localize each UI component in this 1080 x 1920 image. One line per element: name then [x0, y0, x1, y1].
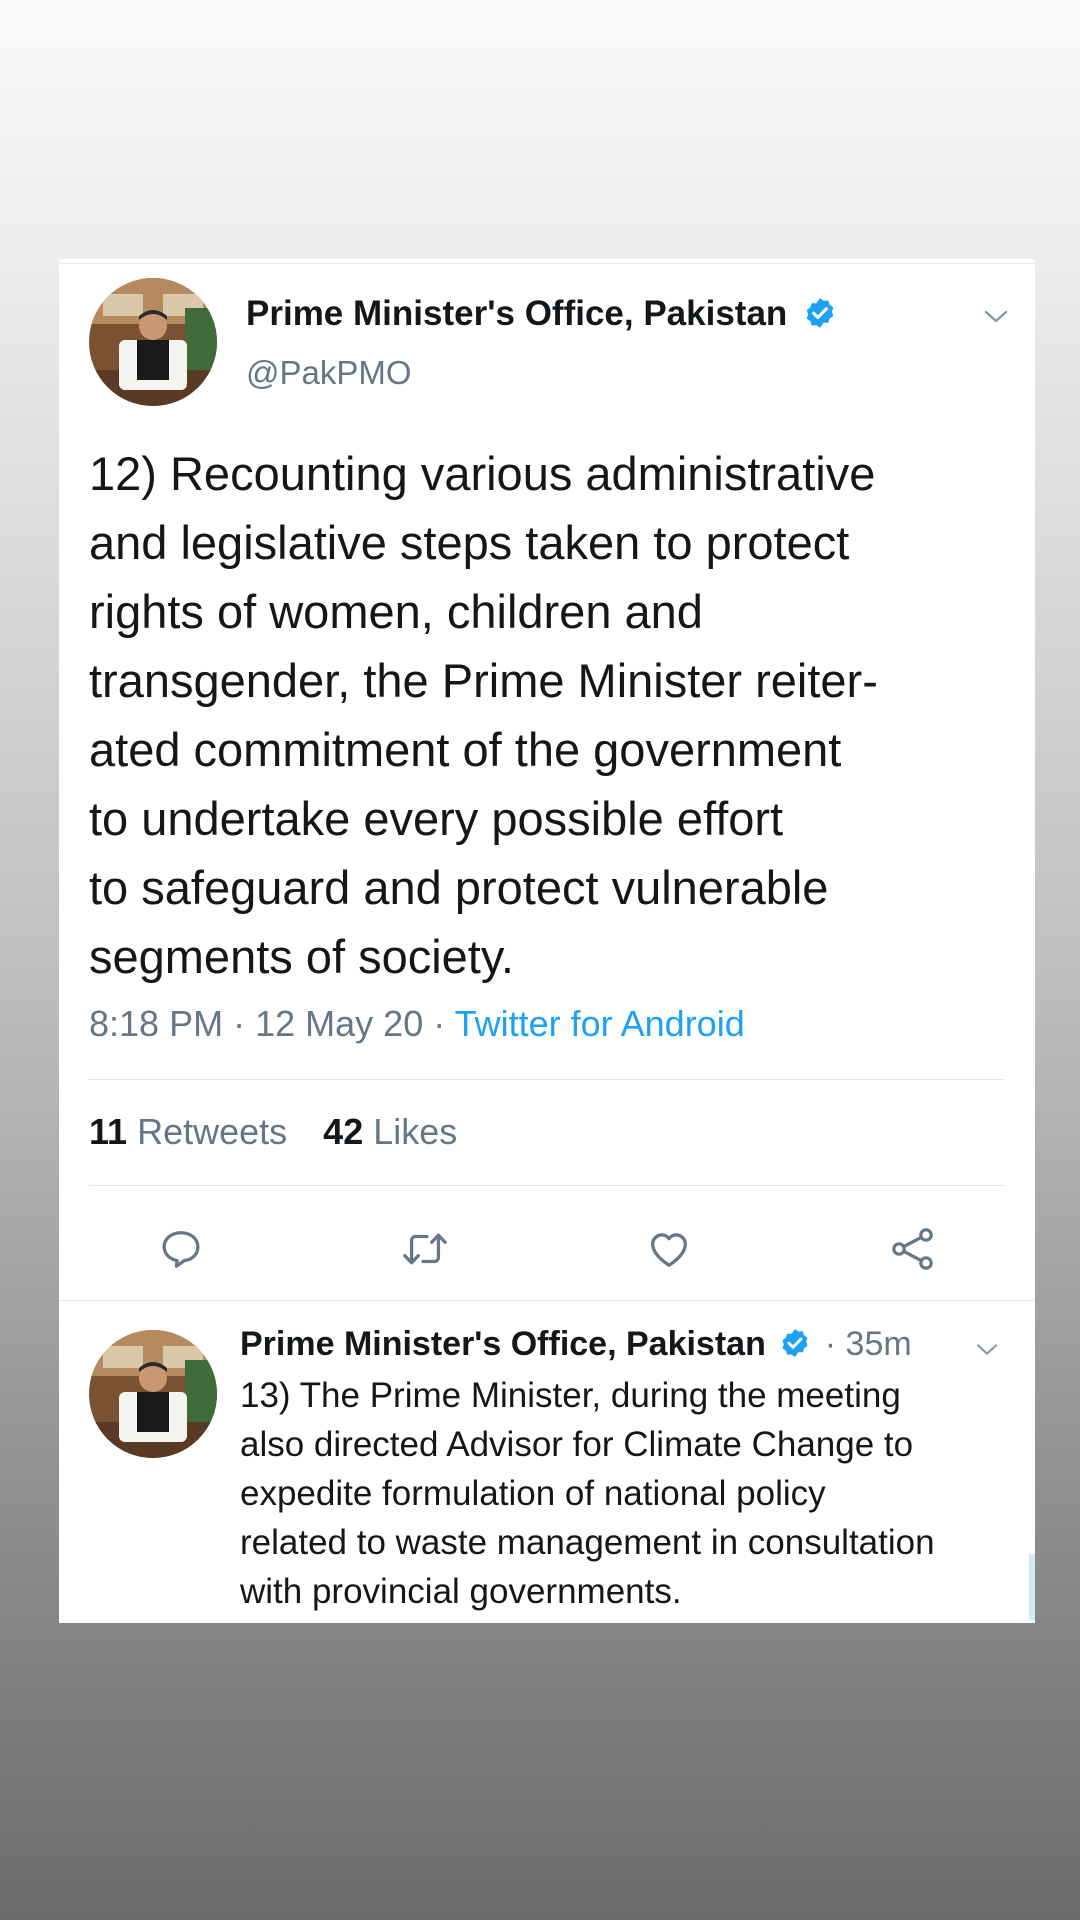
tweet-text-line: segments of society.: [89, 930, 514, 983]
tweet-text-line: to undertake every possible effort: [89, 792, 784, 845]
verified-badge-icon: [806, 297, 834, 328]
retweets-count: 11: [89, 1111, 128, 1152]
likes-label: Likes: [373, 1111, 458, 1152]
meta-separator: ·: [824, 1325, 837, 1363]
author-name-text: Prime Minister's Office, Pakistan: [246, 294, 788, 333]
tweet-text-line: transgender, the Prime Minister reiter-: [89, 654, 878, 707]
divider: [89, 1185, 1005, 1186]
tweet-date: 12 May 20: [255, 1003, 424, 1044]
reply-text-line: with provincial governments.: [240, 1572, 682, 1611]
reply-author-avatar[interactable]: [89, 1330, 217, 1458]
reply-icon: [162, 1231, 200, 1268]
meta-separator: ·: [433, 1003, 446, 1044]
tweet-meta: 8:18 PM · 12 May 20 · Twitter for Androi…: [89, 1003, 745, 1045]
verified-badge-icon: [782, 1329, 808, 1358]
card-top-border: [59, 263, 1035, 264]
tweet-text-line: and legislative steps taken to protect: [89, 516, 850, 569]
tweet-text-line: to safeguard and protect vulnerable: [89, 861, 829, 914]
tweet-card: Prime Minister's Office, Pakistan @PakPM…: [59, 259, 1035, 1623]
share-icon: [892, 1228, 933, 1270]
retweets-label: Retweets: [137, 1111, 288, 1152]
reply-text-line: also directed Advisor for Climate Change…: [240, 1425, 914, 1464]
reply-text-line: related to waste management in consultat…: [240, 1523, 935, 1562]
heart-icon: [651, 1233, 687, 1267]
tweet-text-line: 12) Recounting various administrative: [89, 447, 876, 500]
reply-header: Prime Minister's Office, Pakistan · 35m: [240, 1325, 912, 1364]
like-button[interactable]: [639, 1219, 699, 1279]
avatar-photo-icon: [89, 278, 217, 406]
tweet-text-line: rights of women, children and: [89, 585, 703, 638]
divider: [89, 1079, 1005, 1080]
meta-separator: ·: [233, 1003, 246, 1044]
retweet-icon: [403, 1233, 447, 1265]
scrollbar[interactable]: [1029, 1554, 1035, 1620]
retweet-button[interactable]: [395, 1219, 455, 1279]
reply-button[interactable]: [151, 1219, 211, 1279]
chevron-down-icon[interactable]: [981, 307, 1011, 327]
author-name[interactable]: Prime Minister's Office, Pakistan: [246, 294, 837, 334]
reply-text-line: expedite formulation of national policy: [240, 1474, 826, 1513]
likes-count: 42: [323, 1111, 364, 1152]
tweet-separator: [59, 1300, 1035, 1301]
tweet-time: 8:18 PM: [89, 1003, 224, 1044]
reply-age[interactable]: 35m: [846, 1325, 912, 1363]
retweets-stat[interactable]: 11 Retweets: [89, 1111, 287, 1152]
reply-text: 13) The Prime Minister, during the meeti…: [240, 1371, 1030, 1616]
tweet-source-link[interactable]: Twitter for Android: [455, 1003, 745, 1044]
reply-text-line: 13) The Prime Minister, during the meeti…: [240, 1376, 901, 1415]
likes-stat[interactable]: 42 Likes: [323, 1111, 457, 1152]
reply-author-name[interactable]: Prime Minister's Office, Pakistan: [240, 1325, 766, 1363]
tweet-stats: 11 Retweets 42 Likes: [89, 1111, 457, 1153]
author-handle[interactable]: @PakPMO: [246, 354, 412, 392]
author-avatar[interactable]: [89, 278, 217, 406]
share-button[interactable]: [883, 1219, 943, 1279]
chevron-down-icon[interactable]: [973, 1341, 1001, 1359]
tweet-text-line: ated commitment of the government: [89, 723, 842, 776]
avatar-photo-icon: [89, 1330, 217, 1458]
tweet-text: 12) Recounting various administrative an…: [89, 439, 1019, 991]
